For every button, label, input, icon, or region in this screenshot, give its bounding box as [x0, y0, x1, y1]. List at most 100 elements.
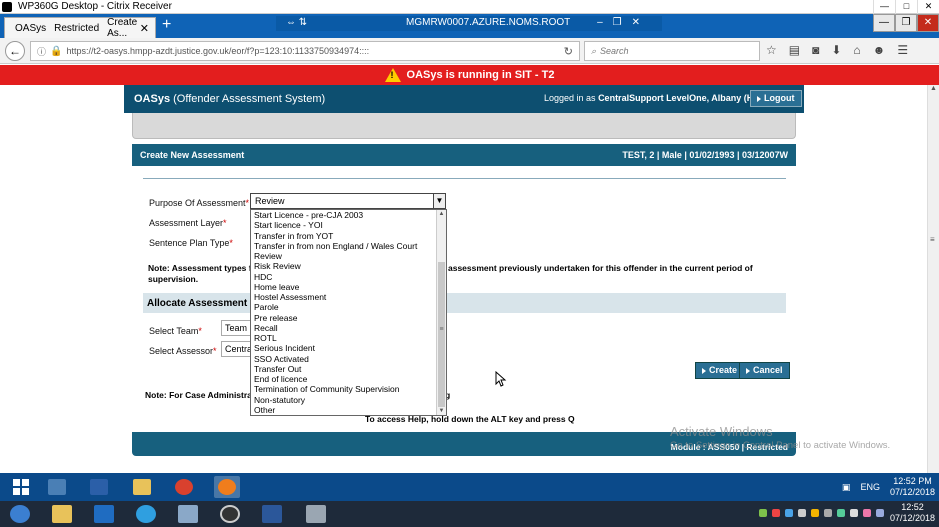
windows-logo-icon: [13, 479, 29, 495]
cancel-label: Cancel: [753, 365, 783, 375]
reading-list-icon[interactable]: ▤: [789, 43, 800, 57]
smiley-icon[interactable]: ☻: [873, 43, 886, 57]
language-indicator[interactable]: ENG: [860, 482, 880, 492]
remote-time: 12:52 PM: [893, 476, 932, 486]
purpose-dropdown-list[interactable]: Start Licence - pre-CJA 2003 Start licenc…: [250, 209, 447, 416]
remote-date: 07/12/2018: [889, 487, 935, 497]
media-icon[interactable]: [212, 502, 248, 526]
host-explorer-icon[interactable]: [44, 502, 80, 526]
page-scrollbar[interactable]: ▲ ≡: [927, 85, 939, 473]
citrix-title-bar: WP360G Desktop - Citrix Receiver — □ ✕: [0, 0, 939, 14]
download-icon[interactable]: ⬇: [831, 43, 841, 57]
search-placeholder: Search: [600, 46, 629, 56]
host-clock[interactable]: 12:52 07/12/2018: [890, 502, 935, 524]
cancel-button[interactable]: Cancel: [739, 362, 790, 379]
citrix-window-controls: — □ ✕: [873, 0, 939, 14]
file-explorer-icon[interactable]: [129, 476, 155, 498]
sentence-label-text: Sentence Plan Type: [149, 238, 230, 248]
host-start-button[interactable]: [2, 502, 38, 526]
pin-icon[interactable]: ⇔ ⇅: [286, 17, 307, 28]
server-manager-icon[interactable]: [44, 476, 70, 498]
dropdown-option[interactable]: Non-statutory: [251, 395, 446, 405]
scroll-grip-icon[interactable]: ≡: [930, 235, 937, 244]
info-icon[interactable]: ⓘ: [37, 45, 46, 58]
host-time: 12:52: [901, 502, 924, 512]
allocate-title: Allocate Assessment: [147, 298, 248, 309]
purpose-select[interactable]: Review ▼: [250, 193, 446, 209]
assessor-label: Select Assessor*: [149, 346, 217, 356]
dropdown-option[interactable]: Home leave: [251, 282, 446, 292]
search-icon: ⌕: [591, 45, 597, 56]
firefox-icon[interactable]: [214, 476, 240, 498]
dropdown-option[interactable]: End of licence: [251, 374, 446, 384]
dropdown-option[interactable]: Risk Review: [251, 261, 446, 271]
create-label: Create: [709, 365, 738, 375]
search-input[interactable]: ⌕ Search: [584, 41, 760, 61]
remote-system-tray: ▣ ENG 12:52 PM 07/12/2018: [842, 476, 935, 498]
tab-close-icon[interactable]: ✕: [140, 22, 149, 35]
powershell-icon[interactable]: [86, 476, 112, 498]
chrome-icon[interactable]: [171, 476, 197, 498]
dropdown-option[interactable]: HDC: [251, 272, 446, 282]
browser-close-icon[interactable]: ✕: [917, 14, 939, 32]
dropdown-option[interactable]: Pre release: [251, 313, 446, 323]
browser-minimize-icon[interactable]: —: [873, 14, 895, 32]
chevron-down-icon[interactable]: ▼: [433, 194, 445, 208]
login-info: Logged in as CentralSupport LevelOne, Al…: [544, 93, 770, 103]
network-icon[interactable]: ▣: [842, 482, 851, 493]
dropdown-option[interactable]: Transfer Out: [251, 364, 446, 374]
tray-icons[interactable]: [758, 509, 884, 517]
dropdown-option[interactable]: Transfer in from YOT: [251, 231, 446, 241]
url-text: https://t2-oasys.hmpp-azdt.justice.gov.u…: [66, 46, 370, 56]
dropdown-option[interactable]: Other: [251, 405, 446, 415]
dropdown-option[interactable]: Transfer in from non England / Wales Cou…: [251, 241, 446, 251]
dropdown-option[interactable]: Start licence - YOI: [251, 220, 446, 230]
dropdown-option[interactable]: ROTL: [251, 333, 446, 343]
remote-clock[interactable]: 12:52 PM 07/12/2018: [890, 476, 935, 498]
remote-taskbar: ▣ ENG 12:52 PM 07/12/2018: [0, 473, 939, 501]
dropdown-option[interactable]: Hostel Assessment: [251, 292, 446, 302]
minimize-icon[interactable]: —: [873, 0, 895, 14]
back-icon[interactable]: ←: [5, 41, 25, 61]
citrix-receiver-icon[interactable]: [298, 502, 334, 526]
dropdown-option[interactable]: Start Licence - pre-CJA 2003: [251, 210, 446, 220]
outlook-icon[interactable]: [86, 502, 122, 526]
close-icon[interactable]: ✕: [917, 0, 939, 14]
app-title: OASys (Offender Assessment System): [134, 93, 325, 105]
scroll-down-icon[interactable]: ▼: [437, 408, 446, 414]
note-left: Note: Assessment types fr: [148, 263, 255, 273]
address-bar[interactable]: ⓘ 🔒 https://t2-oasys.hmpp-azdt.justice.g…: [30, 41, 580, 61]
dropdown-option[interactable]: Recall: [251, 323, 446, 333]
browser-restore-icon[interactable]: ❐: [895, 14, 917, 32]
note-right: assessment previously undertaken for thi…: [448, 263, 753, 273]
app-header: OASys (Offender Assessment System) Logge…: [124, 85, 804, 113]
scroll-up-icon[interactable]: ▲: [437, 211, 446, 217]
scroll-thumb[interactable]: [438, 262, 445, 407]
home-icon[interactable]: ⌂: [853, 43, 860, 57]
dropdown-option[interactable]: Parole: [251, 302, 446, 312]
menu-icon[interactable]: ☰: [897, 43, 908, 57]
dropdown-option[interactable]: SSO Activated: [251, 354, 446, 364]
logout-button[interactable]: Logout: [750, 90, 802, 107]
dropdown-option[interactable]: Termination of Community Supervision: [251, 384, 446, 394]
bookmark-star-icon[interactable]: ☆: [766, 43, 777, 57]
arrow-right-icon: [746, 367, 750, 374]
create-button[interactable]: Create: [695, 362, 745, 379]
host-app-icon[interactable]: [170, 502, 206, 526]
reload-icon[interactable]: ↻: [564, 45, 573, 58]
environment-banner: OASys is running in SIT - T2: [0, 65, 939, 85]
scroll-up-icon[interactable]: ▲: [928, 85, 939, 92]
remote-window-controls[interactable]: –❐✕: [597, 17, 650, 28]
start-button[interactable]: [8, 476, 34, 498]
word-icon[interactable]: [254, 502, 290, 526]
browser-tab[interactable]: OASys Restricted Create As... ✕: [4, 17, 156, 39]
internet-explorer-icon[interactable]: [128, 502, 164, 526]
dropdown-scrollbar[interactable]: ▲ ≡ ▼: [436, 210, 446, 415]
environment-banner-text: OASys is running in SIT - T2: [406, 69, 555, 81]
dropdown-option[interactable]: Review: [251, 251, 446, 261]
pocket-icon[interactable]: ◙: [812, 43, 819, 57]
new-tab-icon[interactable]: +: [162, 17, 171, 33]
dropdown-option[interactable]: Serious Incident: [251, 343, 446, 353]
team-label-text: Select Team: [149, 326, 199, 336]
maximize-icon[interactable]: □: [895, 0, 917, 14]
